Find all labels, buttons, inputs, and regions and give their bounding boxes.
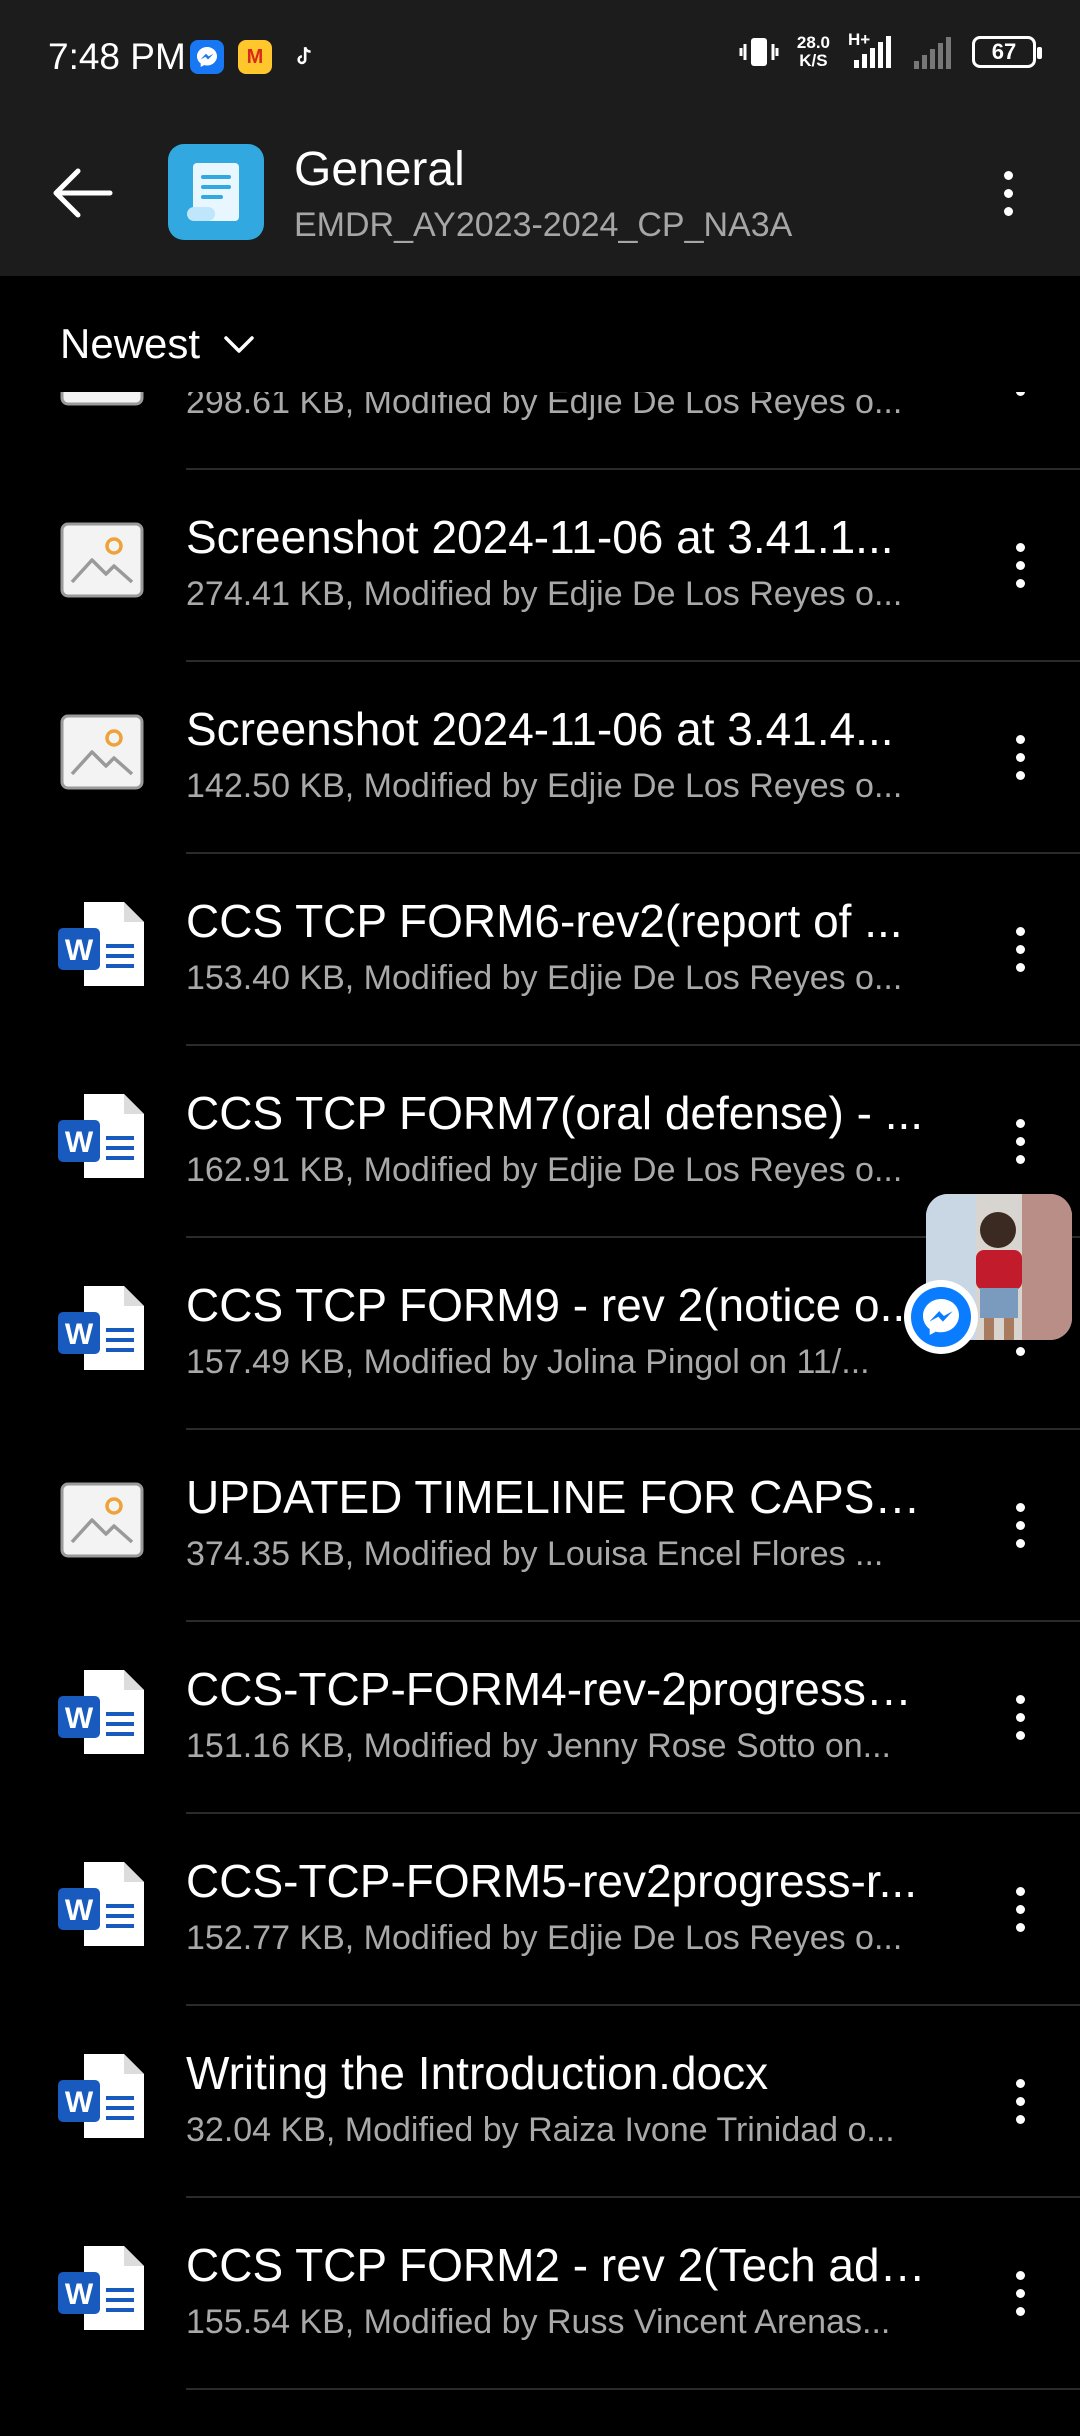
file-meta: 155.54 KB, Modified by Russ Vincent Aren… — [186, 2303, 891, 2341]
svg-text:W: W — [65, 2086, 94, 2119]
file-more-button[interactable] — [1000, 914, 1040, 984]
image-file-icon — [56, 514, 148, 606]
svg-text:W: W — [65, 1894, 94, 1927]
file-name: CCS-TCP-FORM4-rev-2progress-r... — [186, 1663, 926, 1715]
more-vertical-icon — [1003, 170, 1013, 180]
file-name: Writing the Introduction.docx — [186, 2047, 769, 2099]
back-button[interactable] — [48, 158, 118, 228]
word-document-icon: W — [56, 2050, 148, 2142]
file-meta: 142.50 KB, Modified by Edjie De Los Reye… — [186, 767, 903, 805]
more-vertical-icon — [1015, 1502, 1025, 1512]
channel-files-icon — [168, 144, 264, 240]
more-vertical-icon — [1015, 2078, 1025, 2088]
file-more-button[interactable] — [1000, 1874, 1040, 1944]
svg-text:W: W — [65, 934, 94, 967]
file-more-button[interactable] — [1000, 1490, 1040, 1560]
svg-text:W: W — [65, 2278, 94, 2311]
more-options-button[interactable] — [988, 158, 1028, 228]
file-meta: 374.35 KB, Modified by Louisa Encel Flor… — [186, 1535, 884, 1573]
status-bar: 7:48 PM M 28.0 K/S H+ 67 — [0, 0, 1080, 118]
file-meta: 152.77 KB, Modified by Edjie De Los Reye… — [186, 1919, 903, 1957]
net-speed: 28.0 K/S — [796, 33, 830, 70]
file-name: UPDATED TIMELINE FOR CAPST... — [186, 1471, 926, 1523]
file-meta: 157.49 KB, Modified by Jolina Pingol on … — [186, 1343, 870, 1381]
sort-dropdown[interactable]: Newest — [60, 320, 256, 368]
messenger-icon — [190, 40, 224, 74]
more-vertical-icon — [1015, 1694, 1025, 1704]
word-document-icon: W — [56, 1858, 148, 1950]
battery-icon: 67 — [972, 36, 1042, 68]
file-name: CCS TCP FORM2 - rev 2(Tech ad ... — [186, 2239, 926, 2291]
more-vertical-icon — [1015, 1886, 1025, 1896]
more-vertical-icon — [1015, 926, 1025, 936]
file-row[interactable]: 298.61 KB, Modified by Edjie De Los Reye… — [0, 392, 1080, 470]
file-name: CCS TCP FORM7(oral defense) - ... — [186, 1087, 924, 1139]
file-row[interactable]: W CCS TCP FORM2 - rev 2(Tech ad ... 155.54… — [0, 2198, 1080, 2390]
file-more-button[interactable] — [1000, 722, 1040, 792]
file-more-button[interactable] — [1000, 1682, 1040, 1752]
file-meta: 298.61 KB, Modified by Edjie De Los Reye… — [186, 392, 903, 421]
file-row[interactable]: W CCS TCP FORM6-rev2(report of ... 153.40 … — [0, 854, 1080, 1046]
app-header: General EMDR_AY2023-2024_CP_NA3A — [0, 118, 1080, 276]
file-name: Screenshot 2024-11-06 at 3.41.4... — [186, 703, 894, 755]
file-more-button[interactable] — [1000, 392, 1040, 408]
file-row[interactable]: W CCS-TCP-FORM5-rev2progress-r... 152.77 K… — [0, 1814, 1080, 2006]
file-list: 298.61 KB, Modified by Edjie De Los Reye… — [0, 392, 1080, 2436]
image-file-icon — [56, 1474, 148, 1566]
file-name: CCS TCP FORM9 - rev 2(notice o... — [186, 1279, 918, 1331]
status-time: 7:48 PM — [48, 36, 186, 77]
more-vertical-icon — [1015, 2270, 1025, 2280]
file-row[interactable]: UPDATED TIMELINE FOR CAPST... 374.35 KB, … — [0, 1430, 1080, 1622]
file-name: CCS TCP FORM6-rev2(report of ... — [186, 895, 903, 947]
sort-label: Newest — [60, 320, 201, 367]
more-vertical-icon — [1015, 1118, 1025, 1128]
file-more-button[interactable] — [1000, 2066, 1040, 2136]
file-meta: 274.41 KB, Modified by Edjie De Los Reye… — [186, 575, 903, 613]
file-meta: 151.16 KB, Modified by Jenny Rose Sotto … — [186, 1727, 891, 1765]
file-row[interactable]: Screenshot 2024-11-06 at 3.41.1... 274.41… — [0, 470, 1080, 662]
messenger-badge-icon — [904, 1280, 978, 1354]
row-divider — [186, 2388, 1080, 2390]
file-meta: 32.04 KB, Modified by Raiza Ivone Trinid… — [186, 2111, 895, 2149]
word-document-icon: W — [56, 2242, 148, 2334]
file-meta: 153.40 KB, Modified by Edjie De Los Reye… — [186, 959, 903, 997]
more-vertical-icon — [1015, 734, 1025, 744]
page-title: General — [294, 143, 465, 196]
page-subtitle: EMDR_AY2023-2024_CP_NA3A — [294, 206, 793, 244]
file-row[interactable]: W CCS-TCP-FORM4-rev-2progress-r... 151.16 … — [0, 1622, 1080, 1814]
word-document-icon: W — [56, 1090, 148, 1182]
status-app-icons: M — [190, 40, 320, 74]
svg-text:W: W — [65, 1126, 94, 1159]
chevron-down-icon — [224, 336, 254, 353]
tiktok-icon — [286, 40, 320, 74]
word-document-icon: W — [56, 898, 148, 990]
vibrate-icon — [739, 38, 779, 66]
word-document-icon: W — [56, 1282, 148, 1374]
signal-icon: H+ — [848, 30, 894, 70]
file-more-button[interactable] — [1000, 2258, 1040, 2328]
word-document-icon: W — [56, 1666, 148, 1758]
file-name: CCS-TCP-FORM5-rev2progress-r... — [186, 1855, 917, 1907]
back-arrow-icon — [53, 168, 113, 218]
signal-weak-icon — [914, 37, 951, 69]
image-file-icon — [56, 392, 148, 414]
svg-text:W: W — [65, 1702, 94, 1735]
status-indicators: 28.0 K/S H+ 67 — [739, 30, 1042, 70]
file-row[interactable]: W Writing the Introduction.docx 32.04 KB, … — [0, 2006, 1080, 2198]
more-vertical-icon — [1015, 542, 1025, 552]
file-name: Screenshot 2024-11-06 at 3.41.1... — [186, 511, 894, 563]
file-more-button[interactable] — [1000, 1106, 1040, 1176]
mcdonalds-icon: M — [238, 40, 272, 74]
file-row[interactable]: W CCS TCP FORM7(oral defense) - ... 162.91… — [0, 1046, 1080, 1238]
svg-text:W: W — [65, 1318, 94, 1351]
file-meta: 162.91 KB, Modified by Edjie De Los Reye… — [186, 1151, 903, 1189]
file-more-button[interactable] — [1000, 530, 1040, 600]
file-row[interactable]: Screenshot 2024-11-06 at 3.41.4... 142.50… — [0, 662, 1080, 854]
image-file-icon — [56, 706, 148, 798]
